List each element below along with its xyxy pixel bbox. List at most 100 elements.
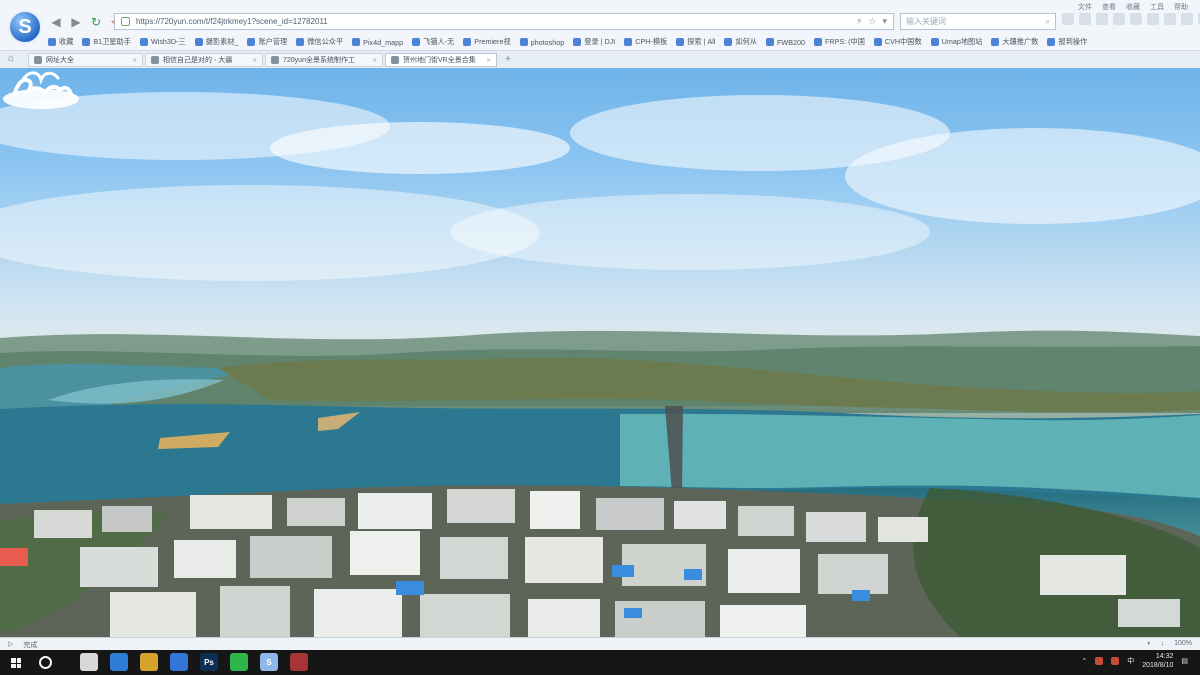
browser-tab[interactable]: 720yun全景系统制作工 × xyxy=(265,53,383,67)
app-icon[interactable] xyxy=(170,653,188,671)
tab-bar: ⌂ 网址大全 × 相信自己是对的 - 大疆 × 720yun全景系统制作工 × … xyxy=(0,50,1200,68)
browser-tab[interactable]: 网址大全 × xyxy=(28,53,143,67)
bookmark-item[interactable]: Pix4d_mapp xyxy=(352,38,403,47)
windows-start-icon[interactable] xyxy=(11,658,21,668)
browser-icon[interactable]: S xyxy=(260,653,278,671)
wechat-icon[interactable] xyxy=(230,653,248,671)
zoom-level[interactable]: 100% xyxy=(1174,640,1192,647)
building xyxy=(190,495,272,529)
toolbar-icon[interactable] xyxy=(1096,13,1108,25)
tab-icon xyxy=(391,56,399,64)
bookmark-item[interactable]: photoshop xyxy=(519,38,564,47)
home-icon[interactable]: ⌂ xyxy=(8,54,18,64)
bookmark-item[interactable]: Wish3D-三 xyxy=(139,37,186,47)
folder-icon[interactable] xyxy=(140,653,158,671)
blue-roof xyxy=(852,590,870,601)
time-text: 14:32 xyxy=(1155,653,1174,660)
bookmark-item[interactable]: 报到操作 xyxy=(1047,37,1087,47)
menu-item-favorites[interactable]: 收藏 xyxy=(1126,2,1140,12)
bookmark-item[interactable]: 微信公众平 xyxy=(296,37,343,47)
language-indicator[interactable]: 中 xyxy=(1127,656,1134,666)
building xyxy=(34,510,92,538)
tray-icon[interactable] xyxy=(1111,657,1120,665)
bookmark-item[interactable]: 收藏 xyxy=(48,37,73,47)
app-icon[interactable] xyxy=(290,653,308,671)
url-text[interactable]: https://720yun.com/t/f24jtrkmey1?scene_i… xyxy=(136,17,328,26)
tray-icon[interactable] xyxy=(1095,657,1104,665)
app-icon[interactable] xyxy=(80,653,98,671)
building xyxy=(728,549,800,593)
building xyxy=(447,489,515,523)
forward-icon[interactable]: ▶ xyxy=(68,14,84,30)
toolbar-icon[interactable] xyxy=(1130,13,1142,25)
address-bar[interactable]: https://720yun.com/t/f24jtrkmey1?scene_i… xyxy=(114,13,894,30)
tray-icon[interactable]: ⌃ xyxy=(1081,657,1087,665)
aerial-panorama xyxy=(0,92,1200,637)
bookmark-item[interactable]: B1卫星助手 xyxy=(82,37,131,47)
close-icon[interactable]: × xyxy=(132,56,137,65)
bookmark-item[interactable]: CPH-模板 xyxy=(624,37,667,47)
browser-status-bar: ▷ 完成 ◖ ↓ 100% xyxy=(0,637,1200,650)
search-circle-icon[interactable] xyxy=(39,656,52,669)
new-tab-button[interactable]: + xyxy=(505,54,511,65)
secure-icon xyxy=(121,17,130,26)
bookmark-item[interactable]: 如何从 xyxy=(724,37,757,47)
refresh-icon[interactable]: ↻ xyxy=(88,14,104,30)
bookmark-item[interactable]: FWB200 xyxy=(766,38,805,47)
building xyxy=(525,537,603,583)
close-icon[interactable]: × xyxy=(252,56,257,65)
dropdown-icon[interactable]: ▾ xyxy=(882,16,887,27)
panorama-viewer[interactable] xyxy=(0,68,1200,637)
toolbar-icon[interactable] xyxy=(1113,13,1125,25)
bookmark-label: 摄影素材_ xyxy=(205,37,239,46)
bookmark-icon xyxy=(296,38,305,46)
toolbar-icon[interactable] xyxy=(1147,13,1159,25)
search-placeholder[interactable]: 输入关键词 xyxy=(906,16,946,27)
bookmark-item[interactable]: 账户管理 xyxy=(247,37,287,47)
bookmark-item[interactable]: CVH中国数 xyxy=(873,37,922,47)
bookmark-item[interactable]: Umap地图站 xyxy=(930,37,982,47)
browser-tab[interactable]: 相信自己是对的 - 大疆 × xyxy=(145,53,263,67)
bookmark-item[interactable]: 摄影素材_ xyxy=(194,37,239,47)
bookmark-item[interactable]: 飞猫人-无 xyxy=(412,37,454,47)
lightning-icon[interactable]: ⚡ xyxy=(856,16,862,27)
menu-item-tools[interactable]: 工具 xyxy=(1150,2,1164,12)
toolbar-icon[interactable] xyxy=(1181,13,1193,25)
back-icon[interactable]: ◀ xyxy=(48,14,64,30)
close-icon[interactable]: × xyxy=(486,56,491,65)
search-icon[interactable]: ⌕ xyxy=(1046,17,1050,27)
browser-logo: S xyxy=(8,10,42,44)
speaker-icon[interactable]: ◖ xyxy=(1146,640,1150,647)
menu-item-help[interactable]: 帮助 xyxy=(1174,2,1188,12)
cloud-shape xyxy=(270,122,570,174)
bookmark-item[interactable]: 探索 | All xyxy=(676,37,715,47)
blue-roof xyxy=(684,569,702,580)
active-browser-tab[interactable]: 贺州地门街VR全景合集 × xyxy=(385,53,497,67)
photoshop-icon[interactable]: Ps xyxy=(200,653,218,671)
status-text: 完成 xyxy=(23,642,38,649)
menu-item-view[interactable]: 查看 xyxy=(1102,2,1116,12)
clock[interactable]: 14:32 2018/8/10 xyxy=(1142,652,1173,670)
toolbar-icon[interactable] xyxy=(1079,13,1091,25)
toolbar-icon[interactable] xyxy=(1062,13,1074,25)
notification-icon[interactable]: ▤ xyxy=(1181,657,1188,665)
building xyxy=(806,512,866,542)
bookmark-label: FRPS: (中国 xyxy=(824,37,865,46)
app-icon[interactable] xyxy=(110,653,128,671)
search-box[interactable]: 输入关键词 ⌕ xyxy=(900,13,1056,30)
bookmark-icon xyxy=(766,38,775,46)
bookmark-item[interactable]: FRPS: (中国 xyxy=(813,37,865,47)
bookmark-item[interactable]: 登录 | DJI xyxy=(573,37,615,47)
building xyxy=(528,599,600,637)
vr-hotspot-icon[interactable] xyxy=(0,68,82,116)
menu-item-file[interactable]: 文件 xyxy=(1078,2,1092,12)
blue-roof xyxy=(624,608,642,618)
close-icon[interactable]: × xyxy=(372,56,377,65)
star-icon[interactable]: ☆ xyxy=(868,16,876,27)
bookmark-item[interactable]: Premiere视 xyxy=(463,37,511,47)
bookmark-icon xyxy=(1047,38,1056,46)
bookmark-item[interactable]: 大疆推广数 xyxy=(991,37,1038,47)
toolbar-icon[interactable] xyxy=(1164,13,1176,25)
date-text: 2018/8/10 xyxy=(1142,662,1174,669)
download-icon[interactable]: ↓ xyxy=(1161,640,1165,647)
